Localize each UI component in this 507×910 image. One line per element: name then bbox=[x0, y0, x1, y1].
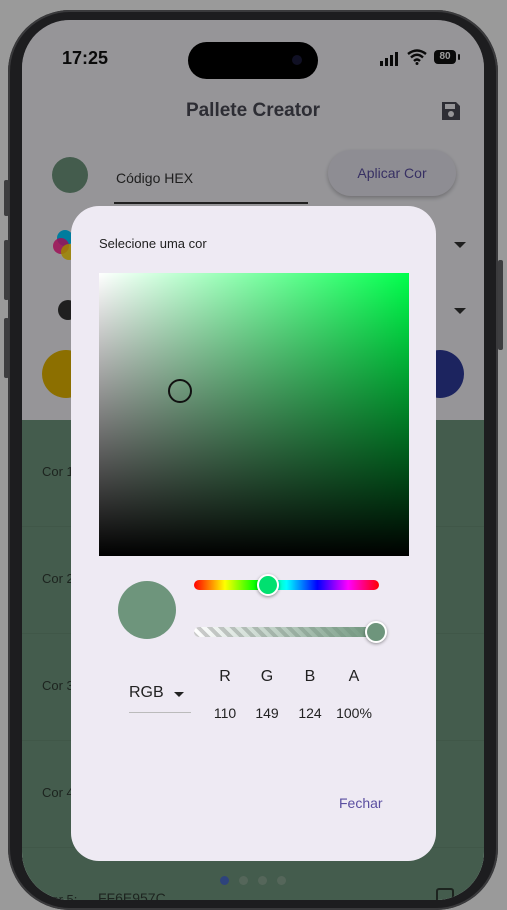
color-picker-dialog: Selecione uma cor RGB R G B A 110 149 12… bbox=[71, 206, 436, 861]
hue-slider[interactable] bbox=[194, 574, 379, 596]
chevron-down-icon bbox=[174, 692, 184, 697]
close-button[interactable]: Fechar bbox=[339, 795, 383, 811]
channel-a-value[interactable]: 100% bbox=[332, 705, 376, 721]
channel-r-label: R bbox=[219, 668, 231, 685]
alpha-slider[interactable] bbox=[194, 621, 387, 643]
channel-b-value[interactable]: 124 bbox=[288, 705, 332, 721]
channel-g-value[interactable]: 149 bbox=[245, 705, 289, 721]
color-mode-select[interactable]: RGB bbox=[129, 684, 191, 713]
volume-down-button bbox=[4, 318, 9, 378]
action-button bbox=[4, 180, 9, 216]
channel-b-label: B bbox=[304, 668, 316, 685]
saturation-value-picker[interactable] bbox=[99, 273, 409, 556]
selected-color-preview bbox=[118, 581, 176, 639]
channel-g-label: G bbox=[260, 668, 274, 685]
power-button bbox=[498, 260, 503, 350]
volume-up-button bbox=[4, 240, 9, 300]
dialog-title: Selecione uma cor bbox=[99, 236, 207, 251]
alpha-slider-thumb[interactable] bbox=[365, 621, 387, 643]
color-mode-label: RGB bbox=[129, 684, 164, 701]
channel-a-label: A bbox=[348, 668, 360, 685]
hue-slider-thumb[interactable] bbox=[257, 574, 280, 596]
channel-r-value[interactable]: 110 bbox=[203, 705, 247, 721]
picker-handle[interactable] bbox=[168, 379, 192, 403]
